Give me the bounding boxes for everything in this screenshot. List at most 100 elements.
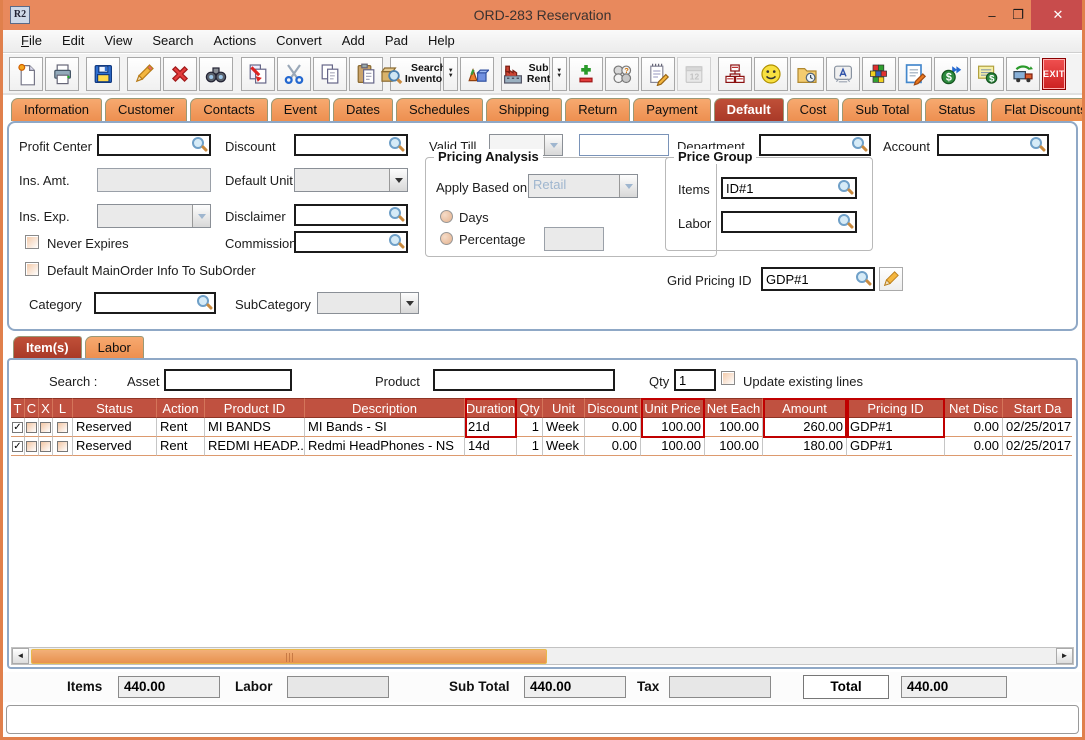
- edit-button[interactable]: [127, 57, 161, 91]
- table-row[interactable]: ✓ Reserved Rent MI BANDS MI Bands - SI 2…: [11, 418, 1074, 437]
- menu-add[interactable]: Add: [332, 30, 375, 52]
- save-button[interactable]: [86, 57, 120, 91]
- price-group-items-field[interactable]: [721, 177, 857, 199]
- edit-note-button[interactable]: [898, 57, 932, 91]
- new-document-button[interactable]: [9, 57, 43, 91]
- col-header-unit[interactable]: Unit: [543, 398, 585, 418]
- copy-button[interactable]: [313, 57, 347, 91]
- tab-contacts[interactable]: Contacts: [190, 98, 267, 121]
- start-date-cell[interactable]: 02/25/2017 0: [1003, 418, 1072, 437]
- horizontal-scrollbar[interactable]: ◄ ►: [11, 647, 1074, 665]
- search-icon[interactable]: [389, 234, 405, 250]
- tab-shipping[interactable]: Shipping: [486, 98, 563, 121]
- exit-button[interactable]: EXIT: [1042, 58, 1066, 90]
- unit-cell[interactable]: Week: [543, 437, 585, 456]
- action-cell[interactable]: Rent: [157, 437, 205, 456]
- copy-move-button[interactable]: [241, 57, 275, 91]
- menu-pad[interactable]: Pad: [375, 30, 418, 52]
- discount-cell[interactable]: 0.00: [585, 437, 641, 456]
- tab-labor[interactable]: Labor: [85, 336, 144, 358]
- menu-actions[interactable]: Actions: [204, 30, 267, 52]
- start-date-cell[interactable]: 02/25/2017 0: [1003, 437, 1072, 456]
- grid-pricing-field[interactable]: [761, 267, 875, 291]
- product-id-cell[interactable]: MI BANDS: [205, 418, 305, 437]
- unchecked-checkbox-icon[interactable]: [26, 441, 37, 452]
- money-note-button[interactable]: $: [970, 57, 1004, 91]
- status-cell[interactable]: Reserved: [73, 418, 157, 437]
- search-icon[interactable]: [1030, 137, 1046, 153]
- tab-schedules[interactable]: Schedules: [396, 98, 483, 121]
- col-header-duration[interactable]: Duration: [465, 398, 517, 418]
- unit-price-cell[interactable]: 100.00: [641, 437, 705, 456]
- profit-center-field[interactable]: [97, 134, 211, 156]
- col-header-unit-price[interactable]: Unit Price: [641, 398, 705, 418]
- scroll-left-icon[interactable]: ◄: [12, 648, 29, 664]
- net-each-cell[interactable]: 100.00: [705, 418, 763, 437]
- paste-button[interactable]: [349, 57, 383, 91]
- col-header-action[interactable]: Action: [157, 398, 205, 418]
- update-existing-lines-checkbox[interactable]: [721, 371, 735, 385]
- find-button[interactable]: [199, 57, 233, 91]
- menu-edit[interactable]: Edit: [52, 30, 94, 52]
- pricing-id-cell[interactable]: GDP#1: [847, 437, 945, 456]
- col-header-product-id[interactable]: Product ID: [205, 398, 305, 418]
- col-header-l[interactable]: L: [53, 398, 73, 418]
- menu-file[interactable]: File: [11, 30, 52, 52]
- qty-cell[interactable]: 1: [517, 418, 543, 437]
- duration-cell[interactable]: 14d: [465, 437, 517, 456]
- folder-history-button[interactable]: [790, 57, 824, 91]
- x-checkbox-cell[interactable]: [39, 418, 53, 437]
- print-button[interactable]: [45, 57, 79, 91]
- tab-sub-total[interactable]: Sub Total: [842, 98, 922, 121]
- tab-default[interactable]: Default: [714, 98, 784, 121]
- default-mainorder-checkbox[interactable]: [25, 262, 39, 276]
- c-checkbox-cell[interactable]: [25, 437, 39, 456]
- amount-cell[interactable]: 260.00: [763, 418, 847, 437]
- days-radio[interactable]: [440, 210, 453, 223]
- x-checkbox-cell[interactable]: [39, 437, 53, 456]
- menu-convert[interactable]: Convert: [266, 30, 332, 52]
- col-header-qty[interactable]: Qty: [517, 398, 543, 418]
- search-icon[interactable]: [838, 180, 854, 196]
- tab-information[interactable]: Information: [11, 98, 102, 121]
- percentage-radio[interactable]: [440, 232, 453, 245]
- department-field[interactable]: [759, 134, 871, 156]
- description-cell[interactable]: Redmi HeadPhones - NS: [305, 437, 465, 456]
- tab-flat-discounts[interactable]: Flat Discounts: [991, 98, 1085, 121]
- convert-shapes-button[interactable]: [460, 57, 494, 91]
- never-expires-checkbox[interactable]: [25, 235, 39, 249]
- tab-payment[interactable]: Payment: [633, 98, 710, 121]
- col-header-amount[interactable]: Amount: [763, 398, 847, 418]
- unit-cell[interactable]: Week: [543, 418, 585, 437]
- chevron-down-icon[interactable]: [544, 135, 562, 155]
- col-header-discount[interactable]: Discount: [585, 398, 641, 418]
- chevron-down-icon[interactable]: [400, 293, 418, 313]
- unchecked-checkbox-icon[interactable]: [57, 441, 68, 452]
- search-inventory-button[interactable]: Search Inventory: [390, 57, 441, 91]
- tab-event[interactable]: Event: [271, 98, 330, 121]
- l-checkbox-cell[interactable]: [53, 437, 73, 456]
- pricing-id-cell[interactable]: GDP#1: [847, 418, 945, 437]
- product-search-field[interactable]: [433, 369, 615, 391]
- col-header-description[interactable]: Description: [305, 398, 465, 418]
- scroll-right-icon[interactable]: ►: [1056, 648, 1073, 664]
- commission-field[interactable]: [294, 231, 408, 253]
- search-icon[interactable]: [856, 271, 872, 287]
- col-header-c[interactable]: C: [25, 398, 39, 418]
- search-icon[interactable]: [192, 137, 208, 153]
- tab-return[interactable]: Return: [565, 98, 630, 121]
- menu-view[interactable]: View: [94, 30, 142, 52]
- net-each-cell[interactable]: 100.00: [705, 437, 763, 456]
- search-icon[interactable]: [197, 295, 213, 311]
- account-field[interactable]: [937, 134, 1049, 156]
- unchecked-checkbox-icon[interactable]: [26, 422, 37, 433]
- col-header-net-disc[interactable]: Net Disc: [945, 398, 1003, 418]
- discount-cell[interactable]: 0.00: [585, 418, 641, 437]
- duration-cell[interactable]: 21d: [465, 418, 517, 437]
- shortcut-key-button[interactable]: [826, 57, 860, 91]
- col-header-pricing-id[interactable]: Pricing ID: [847, 398, 945, 418]
- title-bar[interactable]: R2 ORD-283 Reservation – ❐ ✕: [0, 0, 1085, 30]
- t-checkbox-cell[interactable]: ✓: [11, 418, 25, 437]
- sub-rent-button[interactable]: Sub Rent: [501, 57, 549, 91]
- sub-rent-dropdown[interactable]: ▼▼: [552, 57, 567, 91]
